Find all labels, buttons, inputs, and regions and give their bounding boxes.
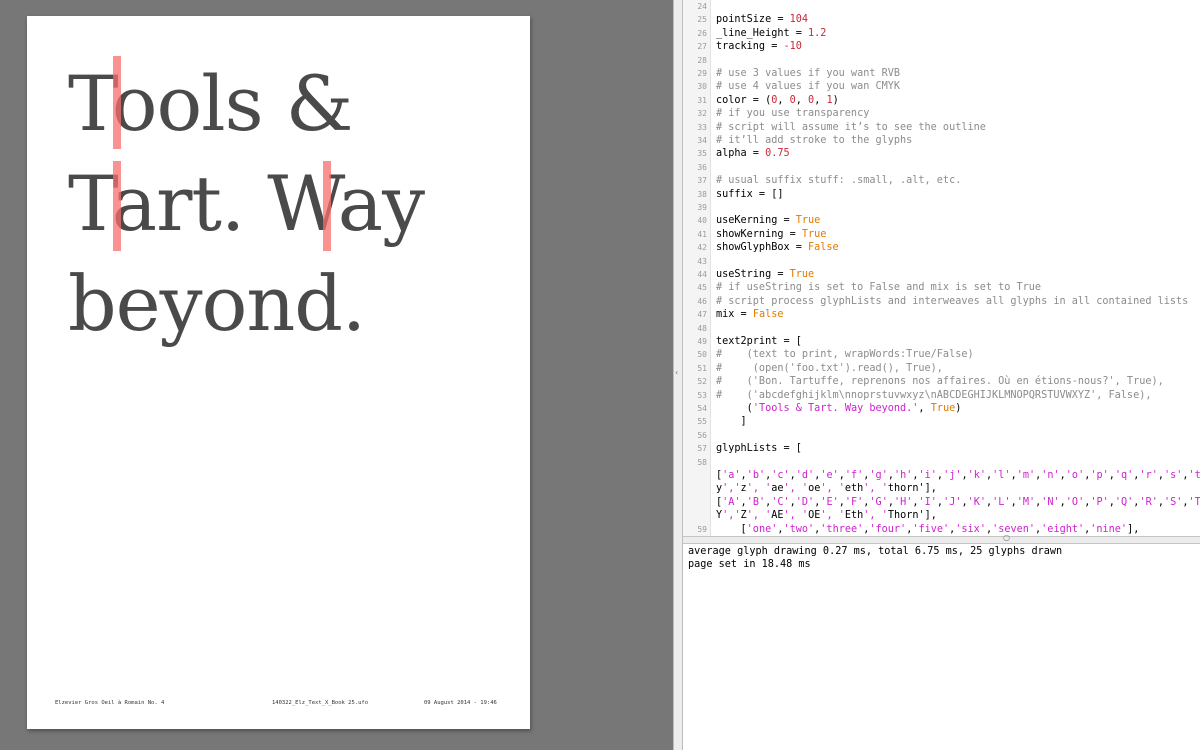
splitter-grip-icon[interactable]: ○ <box>1003 533 1010 542</box>
kerning-marker <box>113 161 121 251</box>
line-number: 36 <box>697 162 707 172</box>
canvas-area[interactable]: Tools & Tart. Way beyond. Elzevier Gros … <box>0 0 673 750</box>
code-line[interactable]: mix = False <box>716 308 783 321</box>
code-editor[interactable]: 24 25 26 27 28 29 30 31 32 33 34 35 36 37 38 39 40 41 42 43… <box>683 0 1200 536</box>
line-number: 33 <box>697 122 707 132</box>
code-line[interactable]: showKerning = True <box>716 228 826 241</box>
code-line[interactable]: useKerning = True <box>716 214 820 227</box>
code-line[interactable]: # script will assume it’s to see the out… <box>716 121 986 134</box>
line-number-gutter: 24 25 26 27 28 29 30 31 32 33 34 35 36 37 38 39 40 41 42 43… <box>683 0 711 536</box>
line-number: 31 <box>697 95 707 105</box>
line-number: 44 <box>697 270 707 279</box>
line-number: 24 <box>697 2 707 11</box>
line-number: 30 <box>697 82 707 92</box>
line-number: 43 <box>697 256 707 266</box>
line-number: 25 <box>697 15 707 25</box>
code-line[interactable]: # if useString is set to False and mix i… <box>716 281 1041 294</box>
line-number: 41 <box>697 229 707 239</box>
kerning-marker <box>113 56 121 149</box>
line-number: 55 <box>697 417 707 427</box>
line-number: 34 <box>697 136 707 145</box>
code-line[interactable]: ['one','two','three','four','five','six'… <box>716 523 1140 536</box>
line-number: 59 <box>697 524 707 534</box>
output-console: average glyph drawing 0.27 ms, total 6.7… <box>683 544 1200 750</box>
code-line[interactable]: # (open('foo.txt').read(), True), <box>716 362 943 375</box>
code-line[interactable]: Y','Z', 'AE', 'OE', 'Eth', 'Thorn'], <box>716 509 937 522</box>
code-line[interactable]: # it’ll add stroke to the glyphs <box>716 134 912 147</box>
horizontal-splitter[interactable]: ○ <box>683 533 1200 544</box>
console-line: average glyph drawing 0.27 ms, total 6.7… <box>688 546 1063 557</box>
footer-font-name: Elzevier Gros Oeil à Romain No. 4 <box>55 700 165 706</box>
line-number: 52 <box>697 377 707 387</box>
code-line[interactable]: glyphLists = [ <box>716 442 802 455</box>
code-line[interactable]: ] <box>716 415 747 428</box>
code-line[interactable]: # use 4 values if you wan CMYK <box>716 80 900 93</box>
console-line: page set in 18.48 ms <box>688 559 811 570</box>
code-line[interactable]: # ('abcdefghijklm\nnoprstuvwxyz\nABCDEGH… <box>716 389 1151 402</box>
code-line[interactable]: alpha = 0.75 <box>716 147 790 160</box>
code-line[interactable]: color = (0, 0, 0, 1) <box>716 94 839 107</box>
line-number: 57 <box>697 444 707 454</box>
splitter-grip-icon[interactable]: ‹ <box>675 368 678 377</box>
line-number: 28 <box>697 55 707 65</box>
code-line[interactable]: # script process glyphLists and interwea… <box>716 295 1188 308</box>
line-number: 29 <box>697 69 707 78</box>
line-number: 46 <box>697 296 707 306</box>
line-number: 42 <box>697 243 707 253</box>
code-line[interactable]: _line_Height = 1.2 <box>716 27 826 40</box>
line-number: 48 <box>697 323 707 333</box>
line-number: 27 <box>697 42 707 52</box>
vertical-splitter[interactable]: ‹ <box>673 0 683 750</box>
line-number: 45 <box>697 283 707 293</box>
line-number: 54 <box>697 404 707 413</box>
code-line[interactable]: ('Tools & Tart. Way beyond.', True) <box>716 402 962 415</box>
line-number: 39 <box>697 203 707 212</box>
line-number: 53 <box>697 390 707 400</box>
line-number: 49 <box>697 337 707 346</box>
line-number: 58 <box>697 457 707 467</box>
print-line-3: beyond. <box>68 259 366 348</box>
code-line[interactable]: y','z', 'ae', 'oe', 'eth', 'thorn'], <box>716 482 937 495</box>
print-line-2: Tart. Way <box>68 159 425 248</box>
line-number: 35 <box>697 149 707 159</box>
code-line[interactable]: pointSize = 104 <box>716 13 808 26</box>
code-line[interactable]: ['A','B','C','D','E','F','G','H','I','J'… <box>716 496 1200 509</box>
line-number: 51 <box>697 363 707 373</box>
footer-date: 09 August 2014 - 19:46 <box>424 700 497 706</box>
code-line[interactable]: # ('Bon. Tartuffe, reprenons nos affaire… <box>716 375 1164 388</box>
page-preview: Tools & Tart. Way beyond. Elzevier Gros … <box>27 16 530 729</box>
code-line[interactable]: # usual suffix stuff: .small, .alt, etc. <box>716 174 961 187</box>
code-line[interactable]: # (text to print, wrapWords:True/False) <box>716 348 974 361</box>
footer-file-name: 140322_Elz_Text_X_Book 25.ufo <box>272 700 369 706</box>
line-number: 56 <box>697 430 707 440</box>
line-number: 40 <box>697 216 707 226</box>
line-number: 38 <box>697 189 707 199</box>
code-line[interactable]: text2print = [ <box>716 335 802 348</box>
code-line[interactable]: showGlyphBox = False <box>716 241 839 254</box>
line-number: 32 <box>697 109 707 119</box>
print-line-1: Tools & <box>68 59 353 148</box>
code-line[interactable]: # use 3 values if you want RVB <box>716 67 900 80</box>
line-number: 37 <box>697 176 707 186</box>
code-line[interactable]: suffix = [] <box>716 188 783 201</box>
code-line[interactable]: # if you use transparency <box>716 107 869 120</box>
code-line[interactable]: ['a','b','c','d','e','f','g','h','i','j'… <box>716 469 1200 482</box>
line-number: 50 <box>697 350 707 360</box>
line-number: 47 <box>697 310 707 320</box>
line-number: 26 <box>697 28 707 38</box>
code-line[interactable]: useString = True <box>716 268 814 281</box>
kerning-marker <box>323 161 331 251</box>
code-line[interactable]: tracking = -10 <box>716 40 802 53</box>
